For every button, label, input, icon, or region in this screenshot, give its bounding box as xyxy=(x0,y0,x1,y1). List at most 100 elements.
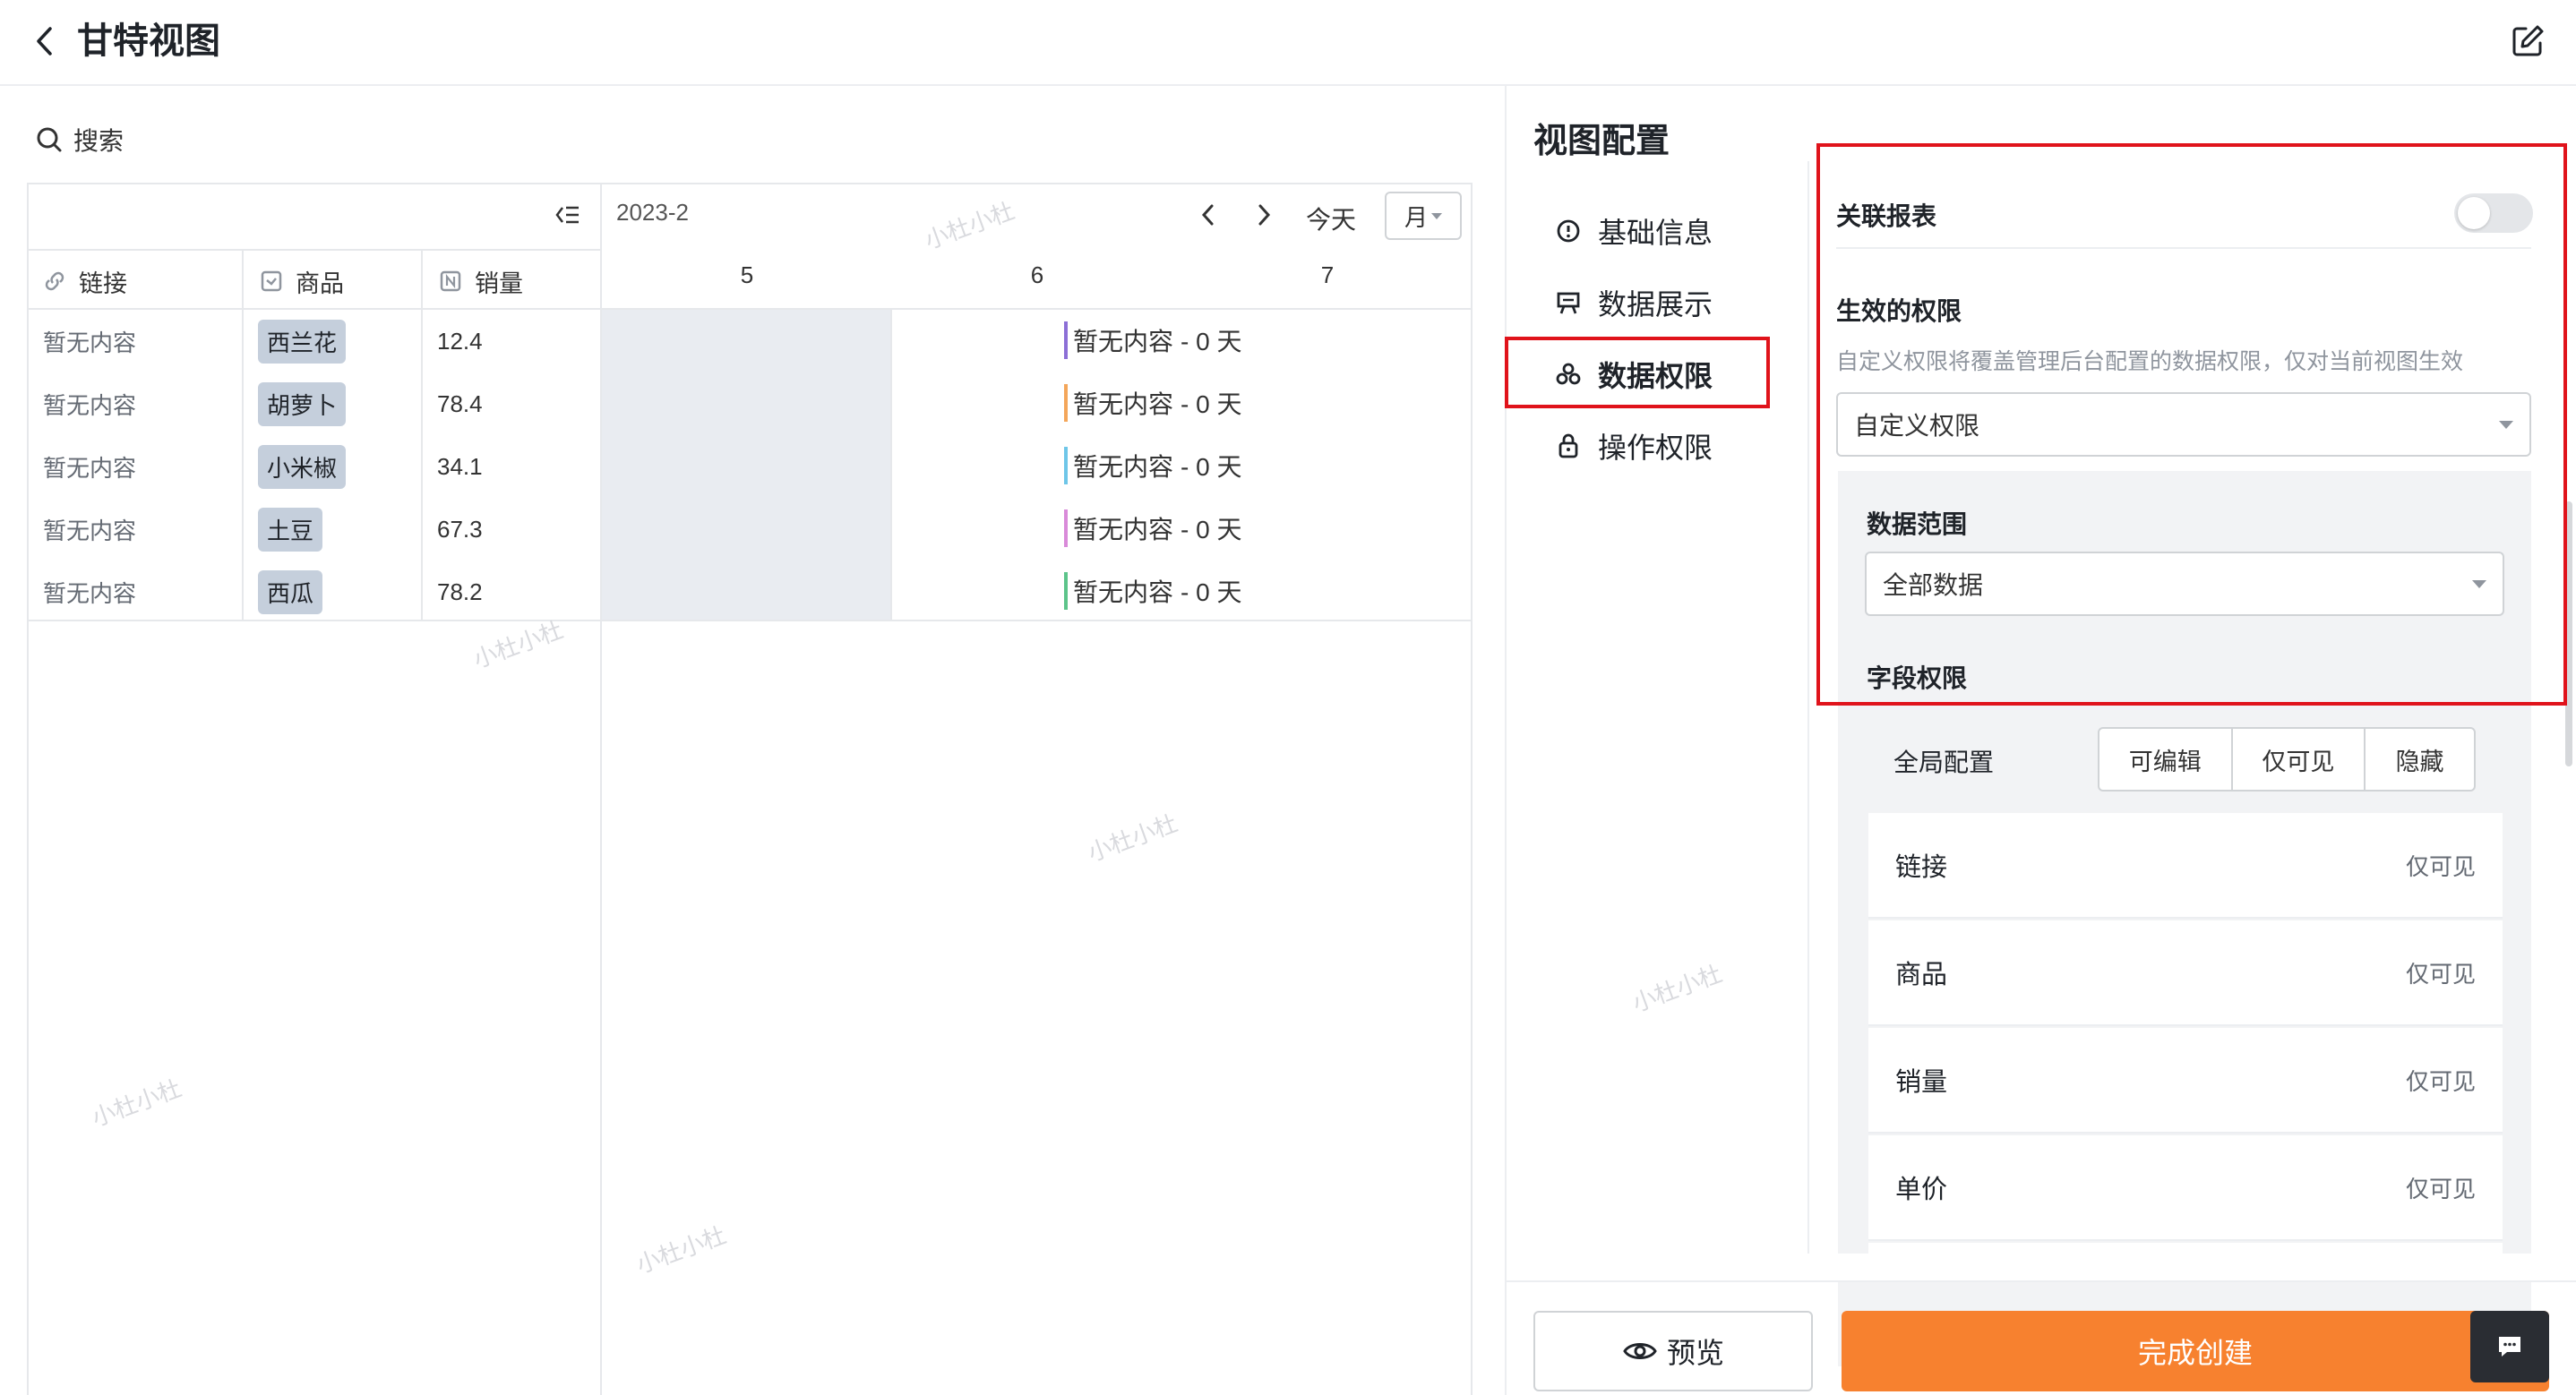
chat-button[interactable] xyxy=(2470,1311,2549,1382)
config-title: 视图配置 xyxy=(1533,123,1670,160)
preview-button[interactable]: 预览 xyxy=(1533,1311,1813,1391)
global-permission-segmented[interactable]: 可编辑 仅可见 隐藏 xyxy=(2098,727,2476,792)
table-cell-product[interactable]: 土豆 xyxy=(258,498,323,561)
field-row[interactable]: 链接 仅可见 xyxy=(1868,813,2503,919)
eye-icon xyxy=(1623,1343,1657,1359)
field-permission-value[interactable]: 仅可见 xyxy=(2406,849,2476,882)
next-month-icon[interactable] xyxy=(1252,201,1275,229)
table-cell-link: 暂无内容 xyxy=(43,329,137,356)
table-cell-link: 暂无内容 xyxy=(43,454,137,482)
option-editable[interactable]: 可编辑 xyxy=(2099,729,2233,790)
finish-create-button[interactable]: 完成创建 xyxy=(1842,1311,2549,1391)
field-row[interactable]: 单价 仅可见 xyxy=(1868,1135,2503,1241)
day-label: 6 xyxy=(1030,261,1044,288)
bar-color-strip xyxy=(1064,509,1068,547)
option-view-only[interactable]: 仅可见 xyxy=(2233,729,2366,790)
scroll-mask xyxy=(1838,1254,2572,1280)
field-row[interactable]: 商品 仅可见 xyxy=(1868,920,2503,1026)
col-divider xyxy=(421,249,423,621)
table-cell-product[interactable]: 西兰花 xyxy=(258,310,347,372)
table-cell-sales: 78.2 xyxy=(437,578,483,605)
product-tag: 土豆 xyxy=(258,507,323,552)
search-box[interactable]: 搜索 xyxy=(36,122,124,158)
header-bar xyxy=(0,0,2576,86)
product-tag: 西兰花 xyxy=(258,319,347,364)
caret-down-icon xyxy=(1431,212,1442,219)
page-title: 甘特视图 xyxy=(77,21,220,61)
nav-label: 操作权限 xyxy=(1598,432,1713,464)
column-label: 销量 xyxy=(475,270,523,297)
gantt-bar[interactable]: 暂无内容 - 0 天 xyxy=(1064,571,1241,611)
field-name: 链接 xyxy=(1895,853,1948,882)
field-permission-value[interactable]: 仅可见 xyxy=(2406,1064,2476,1097)
table-cell-product[interactable]: 西瓜 xyxy=(258,561,323,623)
nav-basic-info[interactable]: 基础信息 xyxy=(1555,206,1713,256)
field-permission-value[interactable]: 仅可见 xyxy=(2406,956,2476,989)
lock-icon xyxy=(1558,433,1578,458)
bar-duration: - 0 天 xyxy=(1181,578,1242,606)
column-label: 链接 xyxy=(79,270,127,297)
prev-month-icon[interactable] xyxy=(1197,201,1220,229)
table-cell-product[interactable]: 小米椒 xyxy=(258,435,347,498)
weekend-shade xyxy=(602,310,890,620)
product-tag: 胡萝卜 xyxy=(258,381,347,426)
bar-color-strip xyxy=(1064,321,1068,359)
option-hidden[interactable]: 隐藏 xyxy=(2366,729,2474,790)
watermark: 小杜小杜 xyxy=(1628,960,1726,1017)
table-cell-sales: 67.3 xyxy=(437,515,483,543)
field-permission-value[interactable]: 仅可见 xyxy=(2406,1171,2476,1204)
bar-duration: - 0 天 xyxy=(1181,516,1242,543)
view-mode-value: 月 xyxy=(1404,203,1428,231)
search-label: 搜索 xyxy=(73,127,125,155)
product-tag: 小米椒 xyxy=(258,444,347,489)
back-arrow-icon[interactable] xyxy=(30,23,61,59)
field-name: 销量 xyxy=(1895,1068,1948,1097)
col-divider xyxy=(242,249,244,621)
bar-text: 暂无内容 xyxy=(1073,510,1174,546)
nav-data-display[interactable]: 数据展示 xyxy=(1555,278,1713,328)
column-header-link[interactable]: 链接 xyxy=(43,254,127,308)
field-row-partial xyxy=(1868,1243,2503,1254)
highlight-box xyxy=(1505,337,1770,408)
day-divider xyxy=(890,308,892,621)
table-cell-link: 暂无内容 xyxy=(43,579,137,607)
nav-operation-permission[interactable]: 操作权限 xyxy=(1555,421,1713,471)
bar-duration: - 0 天 xyxy=(1181,328,1242,355)
collapse-icon[interactable] xyxy=(554,202,580,227)
gantt-bar[interactable]: 暂无内容 - 0 天 xyxy=(1064,383,1241,423)
display-icon xyxy=(1557,292,1580,314)
column-header-sales[interactable]: 销量 xyxy=(439,254,523,308)
gantt-bar[interactable]: 暂无内容 - 0 天 xyxy=(1064,509,1241,548)
gantt-month-label: 2023-2 xyxy=(616,199,689,226)
rows-bottom-line xyxy=(29,620,1473,621)
field-name: 商品 xyxy=(1895,961,1948,989)
gantt-bar[interactable]: 暂无内容 - 0 天 xyxy=(1064,321,1241,360)
header-divider xyxy=(29,249,602,251)
column-header-product[interactable]: 商品 xyxy=(260,254,344,308)
table-cell-link: 暂无内容 xyxy=(43,517,137,544)
footer-divider xyxy=(1507,1280,2576,1282)
global-config-label: 全局配置 xyxy=(1893,749,1995,776)
bar-duration: - 0 天 xyxy=(1181,453,1242,481)
bar-color-strip xyxy=(1064,447,1068,484)
view-mode-select[interactable]: 月 xyxy=(1385,192,1462,240)
create-label: 完成创建 xyxy=(2137,1337,2253,1369)
edit-icon[interactable] xyxy=(2508,21,2547,61)
link-icon xyxy=(45,271,64,291)
bar-duration: - 0 天 xyxy=(1181,390,1242,418)
product-tag: 西瓜 xyxy=(258,569,323,614)
checkbox-icon xyxy=(261,270,282,292)
bar-text: 暂无内容 xyxy=(1073,385,1174,421)
bar-text: 暂无内容 xyxy=(1073,573,1174,609)
field-row[interactable]: 销量 仅可见 xyxy=(1868,1028,2503,1134)
gantt-bar[interactable]: 暂无内容 - 0 天 xyxy=(1064,446,1241,485)
day-label: 7 xyxy=(1320,261,1335,288)
preview-label: 预览 xyxy=(1666,1337,1724,1369)
table-cell-link: 暂无内容 xyxy=(43,391,137,419)
bar-text: 暂无内容 xyxy=(1073,322,1174,358)
search-icon xyxy=(37,127,62,152)
info-icon xyxy=(1557,219,1580,243)
table-cell-product[interactable]: 胡萝卜 xyxy=(258,372,347,435)
today-button[interactable]: 今天 xyxy=(1306,201,1356,236)
nav-label: 基础信息 xyxy=(1598,217,1713,249)
